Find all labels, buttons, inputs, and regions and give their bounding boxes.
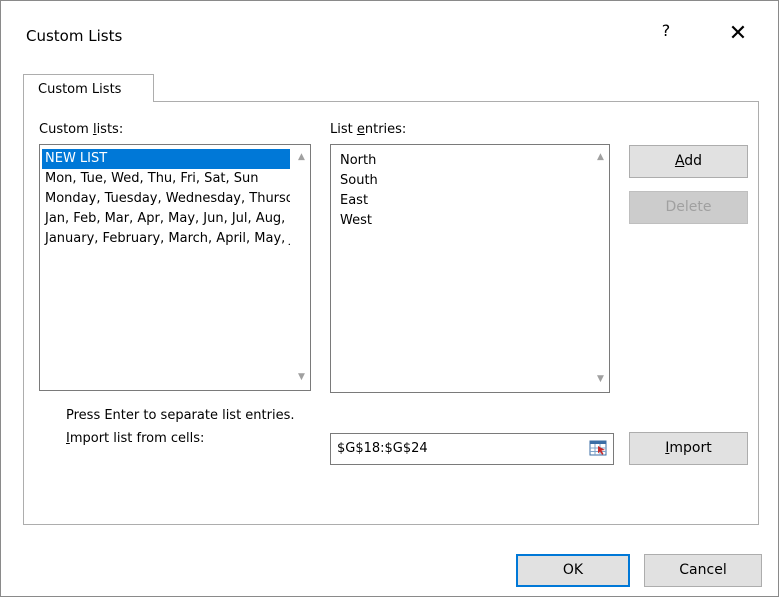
add-button[interactable]: Add xyxy=(629,145,748,178)
cancel-button[interactable]: Cancel xyxy=(644,554,762,587)
custom-lists-scrollbar[interactable]: ▲ ▼ xyxy=(293,145,310,390)
label-accelerator: e xyxy=(356,122,365,137)
list-item-label: Jan, Feb, Mar, Apr, May, Jun, Jul, Aug, … xyxy=(45,211,290,226)
import-button[interactable]: Import xyxy=(629,432,748,465)
scroll-down-icon[interactable]: ▼ xyxy=(293,369,310,386)
scroll-up-icon[interactable]: ▲ xyxy=(293,149,310,166)
label-text: ntries: xyxy=(364,122,407,137)
import-range-input[interactable]: $G$18:$G$24 xyxy=(330,433,614,465)
custom-lists-dialog: Custom Lists ? ✕ Custom Lists Custom lis… xyxy=(0,0,779,597)
list-entries-textarea[interactable]: North South East West ▲ ▼ xyxy=(330,144,610,393)
button-accelerator: A xyxy=(674,153,685,169)
label-text: Custom xyxy=(39,122,93,137)
hint-text: Press Enter to separate list entries. xyxy=(66,408,295,423)
list-item-label: Monday, Tuesday, Wednesday, Thursday, Fr… xyxy=(45,191,290,206)
list-item[interactable]: Mon, Tue, Wed, Thu, Fri, Sat, Sun xyxy=(42,169,290,189)
list-item[interactable]: Monday, Tuesday, Wednesday, Thursday, Fr… xyxy=(42,189,290,209)
custom-lists-listbox[interactable]: NEW LIST Mon, Tue, Wed, Thu, Fri, Sat, S… xyxy=(39,144,311,391)
list-entries-scrollbar[interactable]: ▲ ▼ xyxy=(592,145,609,392)
list-item[interactable]: Jan, Feb, Mar, Apr, May, Jun, Jul, Aug, … xyxy=(42,209,290,229)
entry-line: South xyxy=(340,173,378,188)
list-item[interactable]: January, February, March, April, May, Ju… xyxy=(42,229,290,249)
import-range-value: $G$18:$G$24 xyxy=(337,441,428,456)
entry-line: North xyxy=(340,153,377,168)
entry-line: East xyxy=(340,193,369,208)
label-text: List xyxy=(330,122,357,137)
button-text: mport xyxy=(669,440,712,456)
label-text: mport list from cells: xyxy=(69,431,205,446)
list-item-label: NEW LIST xyxy=(45,151,108,166)
delete-button[interactable]: Delete xyxy=(629,191,748,224)
list-entries-lines: North South East West xyxy=(337,151,378,231)
close-button[interactable]: ✕ xyxy=(723,19,753,49)
list-item-label: Mon, Tue, Wed, Thu, Fri, Sat, Sun xyxy=(45,171,259,186)
button-text: dd xyxy=(684,153,703,169)
tab-custom-lists[interactable]: Custom Lists xyxy=(23,74,154,102)
scroll-up-icon[interactable]: ▲ xyxy=(592,149,609,166)
help-button[interactable]: ? xyxy=(656,21,676,47)
list-item-label: January, February, March, April, May, Ju… xyxy=(45,231,290,246)
range-selector-icon[interactable] xyxy=(589,439,607,457)
tab-panel: Custom lists: NEW LIST Mon, Tue, Wed, Th… xyxy=(23,101,759,525)
list-entries-label: List entries: xyxy=(330,122,406,137)
list-item[interactable]: NEW LIST xyxy=(42,149,290,169)
import-range-label: Import list from cells: xyxy=(66,431,204,446)
label-text: ists: xyxy=(96,122,124,137)
scroll-down-icon[interactable]: ▼ xyxy=(592,371,609,388)
entry-line: West xyxy=(340,213,372,228)
ok-button[interactable]: OK xyxy=(516,554,630,587)
dialog-title: Custom Lists xyxy=(26,27,123,45)
custom-lists-items: NEW LIST Mon, Tue, Wed, Thu, Fri, Sat, S… xyxy=(42,149,290,249)
custom-lists-label: Custom lists: xyxy=(39,122,123,137)
